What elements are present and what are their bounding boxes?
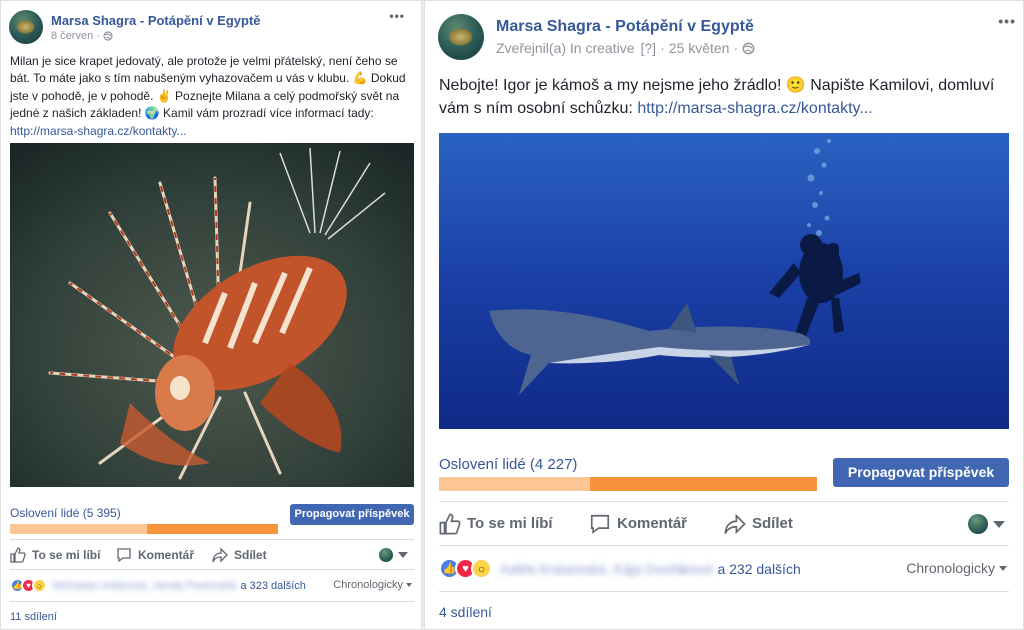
shares-label: 11 sdílení — [10, 611, 57, 623]
reactors-names[interactable]: Adéla Krásenská, Kája Dvořáková — [500, 561, 712, 577]
sort-caret-icon — [406, 583, 412, 587]
chevron-down-icon — [398, 552, 408, 558]
post-as-selector[interactable] — [379, 548, 408, 562]
comment-label: Komentář — [617, 515, 688, 532]
post-header: Marsa Shagra - Potápění v Egyptě 8 červe… — [9, 9, 415, 45]
others-count[interactable]: a 323 dalších — [240, 580, 305, 592]
reactions-row: 👍 ♥ ○ Adéla Krásenská, Kája Dvořáková a … — [439, 545, 1009, 591]
chevron-down-icon — [993, 520, 1005, 528]
page-avatar[interactable] — [9, 10, 43, 44]
share-button[interactable]: Sdílet — [724, 513, 793, 535]
reach-section: Oslovení lidé (5 395) Propagovat příspěv… — [10, 504, 414, 534]
reach-bar — [439, 477, 817, 491]
mini-avatar — [379, 548, 393, 562]
more-icon[interactable]: ••• — [389, 9, 405, 23]
post-meta: Zveřejnil(a) In creative [?] · 25 květen… — [496, 40, 755, 56]
lionfish-image — [10, 143, 414, 487]
reach-section: Oslovení lidé (4 227) Propagovat příspěv… — [439, 454, 1009, 491]
reach-label[interactable]: Oslovení lidé (4 227) — [439, 456, 817, 473]
shares-count[interactable]: 11 sdílení — [10, 601, 414, 629]
post-text-body: Milan je sice krapet jedovatý, ale proto… — [10, 54, 406, 121]
reach-bar-fill — [10, 524, 147, 534]
lionfish-photo[interactable] — [10, 143, 414, 487]
post-as-selector[interactable] — [968, 514, 1005, 534]
globe-icon — [742, 42, 755, 54]
published-by[interactable]: Zveřejnil(a) In creative — [496, 40, 635, 56]
reach-bar-fill — [439, 477, 591, 491]
like-label: To se mi líbí — [32, 547, 101, 562]
sort-dropdown[interactable]: Chronologicky — [906, 560, 1007, 576]
share-button[interactable]: Sdílet — [212, 546, 267, 563]
action-bar: To se mi líbí Komentář Sdílet — [439, 501, 1009, 545]
share-label: Sdílet — [752, 515, 793, 532]
shares-count[interactable]: 4 sdílení — [439, 591, 1009, 629]
post-text: Milan je sice krapet jedovatý, ale proto… — [10, 53, 414, 140]
globe-icon — [103, 30, 113, 41]
share-label: Sdílet — [234, 547, 267, 562]
post-date[interactable]: 25 květen — [669, 40, 730, 56]
page-name-link[interactable]: Marsa Shagra - Potápění v Egyptě — [51, 13, 261, 28]
reach-label[interactable]: Oslovení lidé (5 395) — [10, 506, 278, 520]
comment-icon — [590, 514, 610, 534]
share-icon — [724, 513, 746, 534]
comment-label: Komentář — [138, 547, 195, 562]
sort-label: Chronologicky — [333, 579, 403, 591]
shark-photo[interactable] — [439, 133, 1009, 429]
post-link[interactable]: http://marsa-shagra.cz/kontakty... — [10, 124, 187, 138]
comment-button[interactable]: Komentář — [589, 513, 724, 535]
like-icon — [10, 546, 26, 563]
page-name-link[interactable]: Marsa Shagra - Potápění v Egyptě — [496, 18, 755, 36]
share-icon — [212, 546, 228, 563]
reach-bar — [10, 524, 278, 534]
like-button[interactable]: To se mi líbí — [439, 513, 589, 535]
wow-reaction-icon[interactable]: ○ — [32, 578, 47, 593]
like-icon — [439, 513, 461, 534]
mini-avatar — [968, 514, 988, 534]
page-avatar[interactable] — [438, 14, 484, 60]
post-text: Nebojte! Igor je kámoš a my nejsme jeho … — [439, 75, 1009, 120]
shark-diver-image — [439, 133, 1009, 429]
shares-label: 4 sdílení — [439, 604, 492, 620]
reactions-row: 👍 ♥ ○ Michaela Vrabcová, Vanda Pavlovská… — [10, 569, 414, 601]
more-icon[interactable]: ••• — [998, 13, 1016, 29]
like-button[interactable]: To se mi líbí — [10, 546, 116, 563]
comment-button[interactable]: Komentář — [116, 547, 212, 563]
wow-reaction-icon[interactable]: ○ — [471, 558, 492, 579]
post-header: Marsa Shagra - Potápění v Egyptě Zveřejn… — [438, 13, 1018, 61]
promote-button[interactable]: Propagovat příspěvek — [290, 504, 414, 525]
comment-icon — [117, 547, 131, 562]
post-date[interactable]: 8 červen — [51, 30, 93, 42]
like-label: To se mi líbí — [467, 515, 553, 532]
post-link[interactable]: http://marsa-shagra.cz/kontakty... — [637, 100, 872, 117]
sort-label: Chronologicky — [906, 560, 995, 576]
promote-button[interactable]: Propagovat příspěvek — [833, 458, 1009, 487]
reactors-names[interactable]: Michaela Vrabcová, Vanda Pavlovská — [53, 580, 236, 592]
post-lionfish: Marsa Shagra - Potápění v Egyptě 8 červe… — [0, 0, 422, 630]
post-shark: Marsa Shagra - Potápění v Egyptě Zveřejn… — [424, 0, 1024, 630]
help-bracket[interactable]: [?] — [641, 40, 657, 56]
others-count[interactable]: a 232 dalších — [717, 561, 800, 577]
sort-dropdown[interactable]: Chronologicky — [333, 579, 412, 591]
action-bar: To se mi líbí Komentář Sdílet — [10, 539, 414, 569]
sort-caret-icon — [999, 565, 1007, 571]
post-meta: 8 červen · — [51, 30, 261, 42]
